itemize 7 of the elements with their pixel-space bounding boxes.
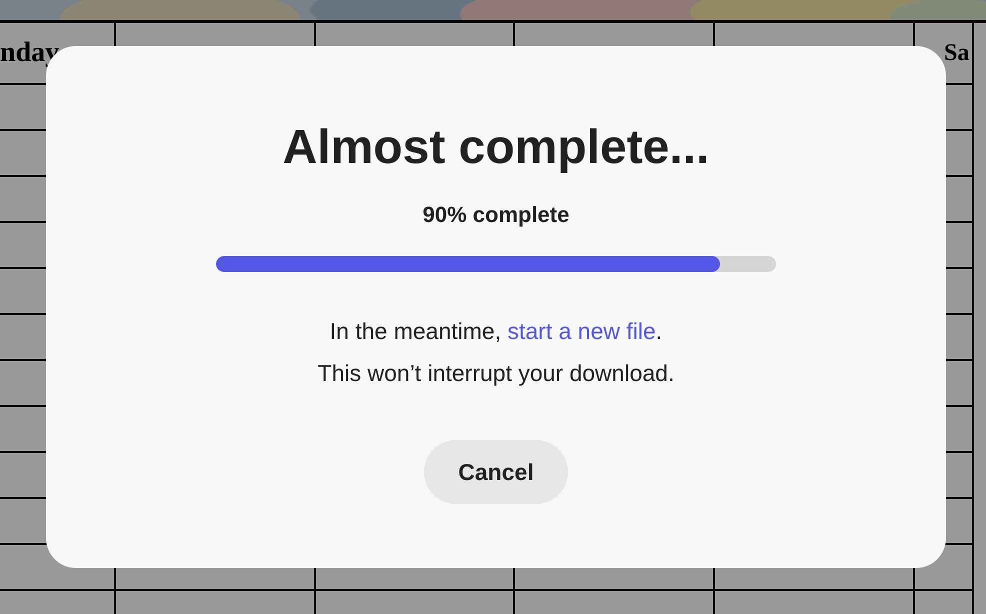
cancel-button[interactable]: Cancel	[424, 440, 568, 504]
dialog-title: Almost complete...	[282, 120, 710, 176]
new-file-link[interactable]: start a new file	[508, 318, 656, 344]
progress-label: 90% complete	[422, 201, 570, 229]
message-text: In the meantime, start a new file.	[330, 318, 662, 344]
note-text: This won’t interrupt your download.	[318, 360, 674, 386]
column-heading: Sa	[944, 40, 970, 66]
